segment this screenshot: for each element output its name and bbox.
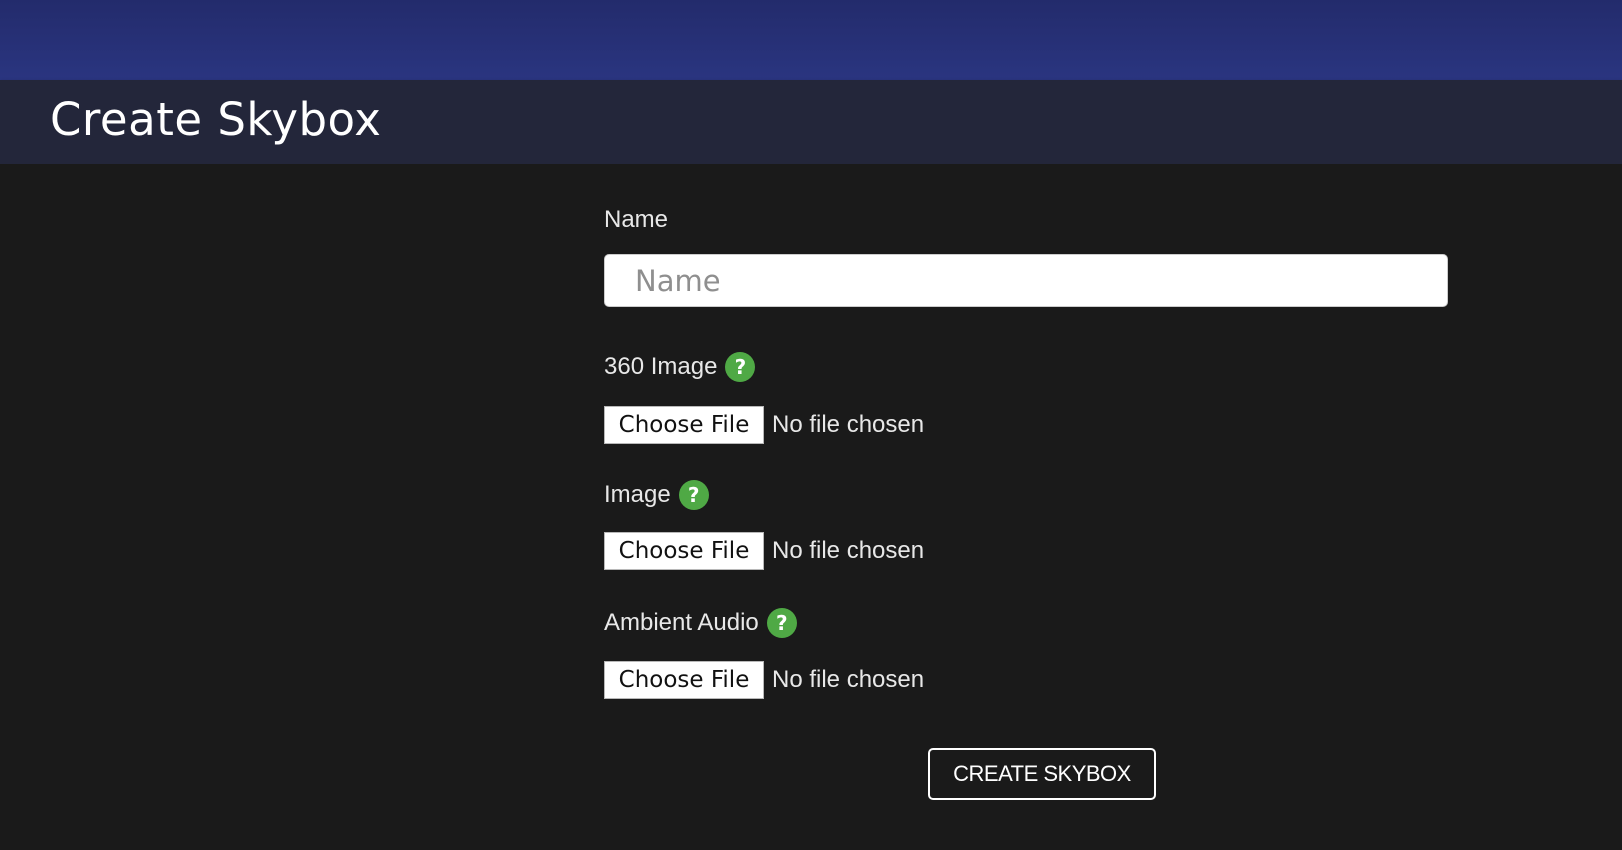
create-skybox-button[interactable]: CREATE SKYBOX <box>928 748 1156 800</box>
ambient-audio-help-icon[interactable]: ? <box>766 608 797 638</box>
page-title: Create Skybox <box>50 93 382 146</box>
image-label: Image ? <box>604 480 709 510</box>
ambient-audio-choose-file-button[interactable]: Choose File <box>604 661 764 699</box>
ambient-audio-label: Ambient Audio ? <box>604 608 797 638</box>
image360-file-input: Choose File No file chosen <box>604 406 924 444</box>
image360-choose-file-button[interactable]: Choose File <box>604 406 764 444</box>
ambient-audio-file-status: No file chosen <box>772 666 925 693</box>
image-file-input: Choose File No file chosen <box>604 532 924 570</box>
image360-label-text: 360 Image <box>604 353 718 380</box>
ambient-audio-file-input: Choose File No file chosen <box>604 661 924 699</box>
title-bar: Create Skybox <box>0 80 1622 164</box>
image360-file-status: No file chosen <box>772 411 925 438</box>
ambient-audio-label-text: Ambient Audio <box>604 609 759 636</box>
image-file-status: No file chosen <box>772 537 925 564</box>
image360-help-icon[interactable]: ? <box>725 352 756 382</box>
name-input[interactable] <box>604 254 1448 307</box>
image-label-text: Image <box>604 481 671 508</box>
image-help-icon[interactable]: ? <box>678 480 709 510</box>
name-label: Name <box>604 206 668 234</box>
image360-label: 360 Image ? <box>604 352 756 382</box>
name-label-text: Name <box>604 206 669 233</box>
top-nav-bar <box>0 0 1622 80</box>
main-content: Name 360 Image ? Choose File No file cho… <box>0 164 1622 850</box>
image-choose-file-button[interactable]: Choose File <box>604 532 764 570</box>
